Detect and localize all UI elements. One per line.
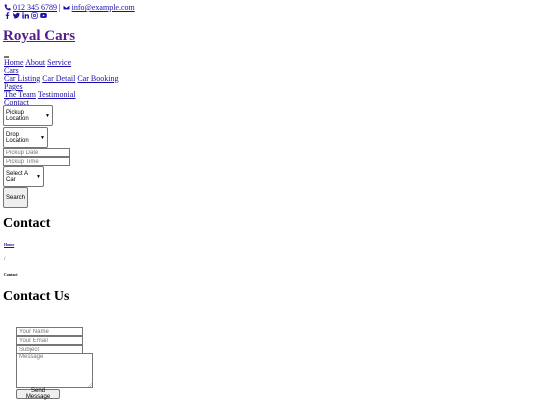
phone-icon [4,4,11,11]
pickup-date-input[interactable] [3,148,70,157]
brand-logo-link[interactable]: Royal Cars [3,28,75,44]
drop-location-value: Drop Location [6,131,29,144]
resize-handle-icon[interactable] [88,383,92,387]
phone-link[interactable]: 012 345 6789 [13,3,57,12]
social-links [4,12,135,19]
linkedin-icon[interactable] [22,12,29,19]
breadcrumb-current: Contact [4,272,18,277]
pickup-time-input[interactable] [3,157,70,166]
twitter-icon[interactable] [13,12,20,19]
main-nav: Home About Service Cars Car Listing Car … [4,59,118,107]
facebook-icon[interactable] [4,12,11,19]
youtube-icon[interactable] [40,12,47,19]
brand: Royal Cars [3,27,75,45]
pickup-location-value: Pickup Location [6,109,29,122]
nav-item-testimonial[interactable]: Testimonial [38,90,76,99]
nav-item-service[interactable]: Service [47,58,71,67]
email-link[interactable]: info@example.com [72,3,135,12]
contact-heading: Contact Us [3,289,70,304]
nav-item-about[interactable]: About [25,58,45,67]
breadcrumb-home-link[interactable]: Home [4,242,14,247]
chevron-down-icon: ▼ [45,112,50,119]
email-input[interactable] [16,336,83,345]
send-message-button[interactable]: Send Message [16,388,60,400]
message-textarea[interactable] [16,353,93,388]
chevron-down-icon: ▼ [40,134,45,141]
envelope-icon [62,4,70,11]
nav-line-1: Home About Service [4,59,118,67]
nav-item-car-booking[interactable]: Car Booking [77,74,118,83]
topbar-contact-row: 012 345 6789 | info@example.com [4,3,135,12]
select-car-select[interactable]: Select A Car ▼ [3,166,44,187]
topbar: 012 345 6789 | info@example.com [4,3,135,19]
nav-item-car-detail[interactable]: Car Detail [42,74,75,83]
pickup-location-select[interactable]: Pickup Location ▼ [3,105,53,126]
topbar-separator: | [59,3,61,12]
select-car-value: Select A Car [6,170,28,183]
instagram-icon[interactable] [31,12,38,19]
message-field-wrapper [16,353,93,388]
breadcrumb: Home [4,242,14,247]
drop-location-select[interactable]: Drop Location ▼ [3,127,48,148]
chevron-down-icon: ▼ [36,173,41,180]
search-button[interactable]: Search [3,187,28,208]
page-title: Contact [3,216,51,231]
breadcrumb-separator: / [4,257,6,262]
name-input[interactable] [16,327,83,336]
